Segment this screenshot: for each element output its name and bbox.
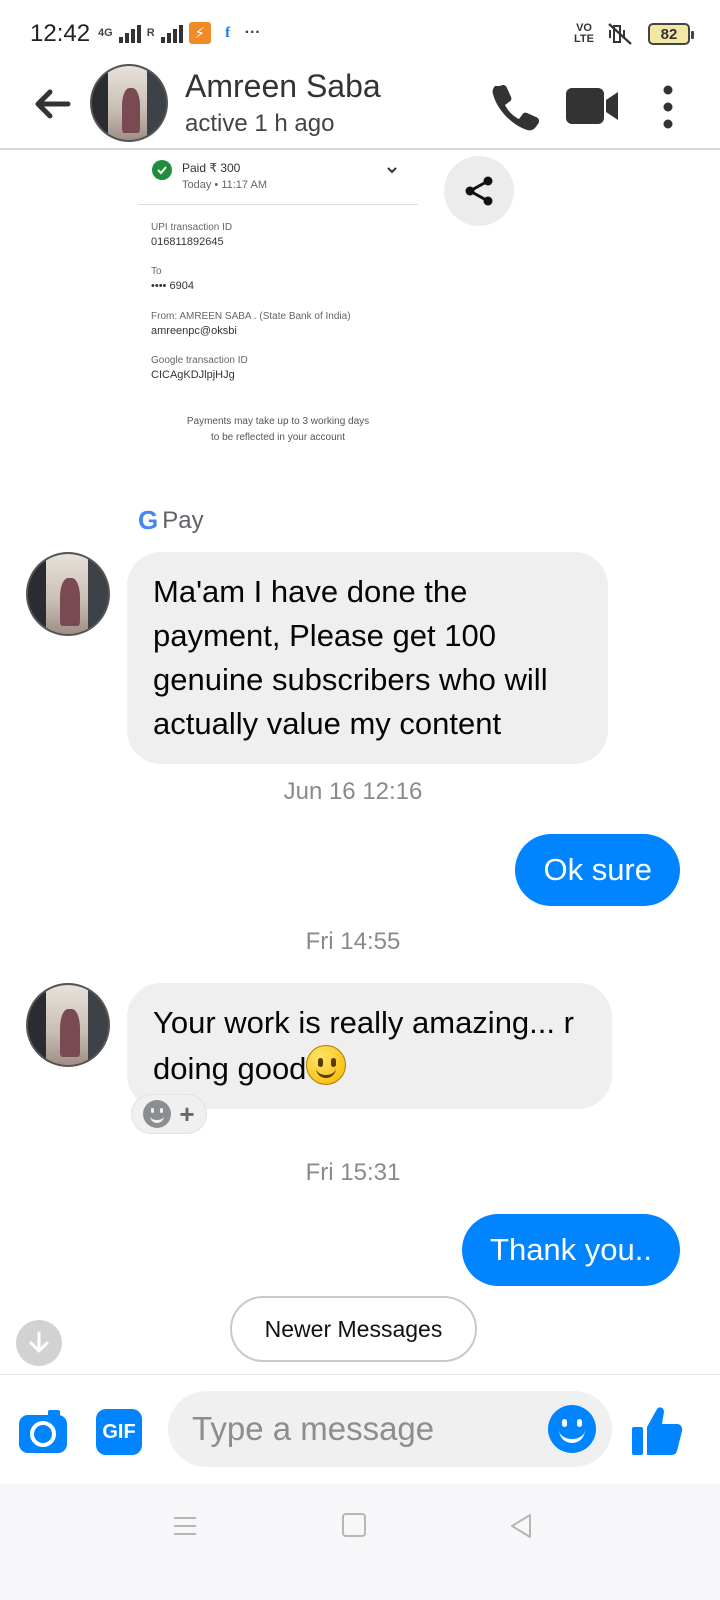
note-line-1: Payments may take up to 3 working days <box>186 416 370 427</box>
message-timestamp: Jun 16 12:16 <box>283 778 423 805</box>
paid-time: Today • 11:17 AM <box>182 179 267 191</box>
facebook-icon: f <box>216 22 239 44</box>
from-label: From: AMREEN SABA . (State Bank of India… <box>151 311 351 322</box>
google-id-label: Google transaction ID <box>151 355 248 366</box>
smiley-emoji-icon <box>306 1045 347 1085</box>
camera-icon[interactable] <box>18 1407 68 1455</box>
roaming-label: R <box>146 26 155 39</box>
volte-line-2: LTE <box>574 33 594 45</box>
scroll-to-bottom-button[interactable] <box>16 1320 62 1366</box>
add-reaction-button[interactable]: + <box>131 1094 207 1134</box>
contact-name[interactable]: Amreen Saba <box>185 68 381 105</box>
message-composer: GIF <box>0 1374 720 1484</box>
outgoing-message-bubble[interactable]: Thank you.. <box>462 1214 680 1286</box>
status-left-icons: 4G R ⚡ f ··· <box>98 22 261 44</box>
chat-header: Amreen Saba active 1 h ago <box>0 60 720 150</box>
google-g-logo: G <box>138 505 159 535</box>
status-right-icons: VO LTE 82 <box>574 22 694 46</box>
signal-icon <box>118 23 141 43</box>
chevron-down-icon <box>387 167 397 174</box>
video-camera-icon[interactable] <box>564 82 620 130</box>
incoming-message-bubble[interactable]: Your work is really amazing... r doing g… <box>127 983 612 1109</box>
battery-icon: 82 <box>648 23 694 45</box>
google-id-field: Google transaction ID CICAgKDJlpjHJg <box>151 353 248 383</box>
message-timestamp: Fri 14:55 <box>305 928 401 955</box>
contact-status: active 1 h ago <box>185 110 335 137</box>
mute-vibrate-icon <box>608 23 632 45</box>
to-field: To •••• 6904 <box>151 264 194 294</box>
upi-value: 016811892645 <box>151 236 224 248</box>
smiley-reaction-icon <box>143 1100 172 1128</box>
volte-icon: VO LTE <box>574 23 594 45</box>
note-line-2: to be reflected in your account <box>211 432 345 443</box>
plus-icon: + <box>179 1099 195 1129</box>
from-field: From: AMREEN SABA . (State Bank of India… <box>151 309 351 339</box>
contact-avatar[interactable] <box>90 64 168 142</box>
arrow-down-icon <box>29 1331 49 1353</box>
to-value: •••• 6904 <box>151 280 194 292</box>
share-icon <box>465 176 493 206</box>
share-button[interactable] <box>444 156 514 226</box>
more-vertical-icon[interactable] <box>656 82 680 132</box>
payment-receipt-image[interactable]: Paid ₹ 300 Today • 11:17 AM UPI transact… <box>138 152 418 462</box>
to-label: To <box>151 266 162 277</box>
google-id-value: CICAgKDJlpjHJg <box>151 369 235 381</box>
thumbs-up-icon[interactable] <box>628 1403 686 1461</box>
message-input[interactable] <box>192 1391 532 1467</box>
network-type-label: 4G <box>98 26 113 39</box>
nav-back-icon[interactable] <box>508 1512 534 1540</box>
message-text: Your work is really amazing... r doing g… <box>153 1005 574 1086</box>
paid-amount: Paid ₹ 300 <box>182 161 241 175</box>
upi-label: UPI transaction ID <box>151 222 233 233</box>
phone-icon[interactable] <box>488 80 542 134</box>
sender-avatar[interactable] <box>26 552 110 636</box>
outgoing-message-bubble[interactable]: Ok sure <box>515 834 680 906</box>
orange-app-icon: ⚡ <box>188 22 211 44</box>
signal-icon-2 <box>160 23 183 43</box>
back-arrow-icon[interactable] <box>30 82 74 126</box>
gif-button[interactable]: GIF <box>96 1409 142 1455</box>
from-value: amreenpc@oksbi <box>151 325 237 337</box>
newer-messages-button[interactable]: Newer Messages <box>230 1296 477 1362</box>
recent-apps-icon[interactable] <box>172 1514 198 1538</box>
upi-field: UPI transaction ID 016811892645 <box>151 220 232 250</box>
battery-level: 82 <box>660 25 678 43</box>
emoji-button[interactable] <box>548 1405 596 1453</box>
status-time: 12:42 <box>30 20 91 47</box>
gpay-logo: G Pay <box>138 505 204 536</box>
check-icon <box>152 160 172 180</box>
home-icon[interactable] <box>342 1513 366 1537</box>
sender-avatar[interactable] <box>26 983 110 1067</box>
system-nav-bar <box>0 1484 720 1600</box>
more-notifications-icon: ··· <box>244 24 261 41</box>
message-timestamp: Fri 15:31 <box>305 1159 401 1186</box>
receipt-note: Payments may take up to 3 working days to… <box>138 414 418 446</box>
message-input-container[interactable] <box>168 1391 612 1467</box>
divider <box>138 204 418 205</box>
paid-row: Paid ₹ 300 Today • 11:17 AM <box>152 160 267 194</box>
incoming-message-bubble[interactable]: Ma'am I have done the payment, Please ge… <box>127 552 608 764</box>
gpay-text: Pay <box>162 506 204 534</box>
